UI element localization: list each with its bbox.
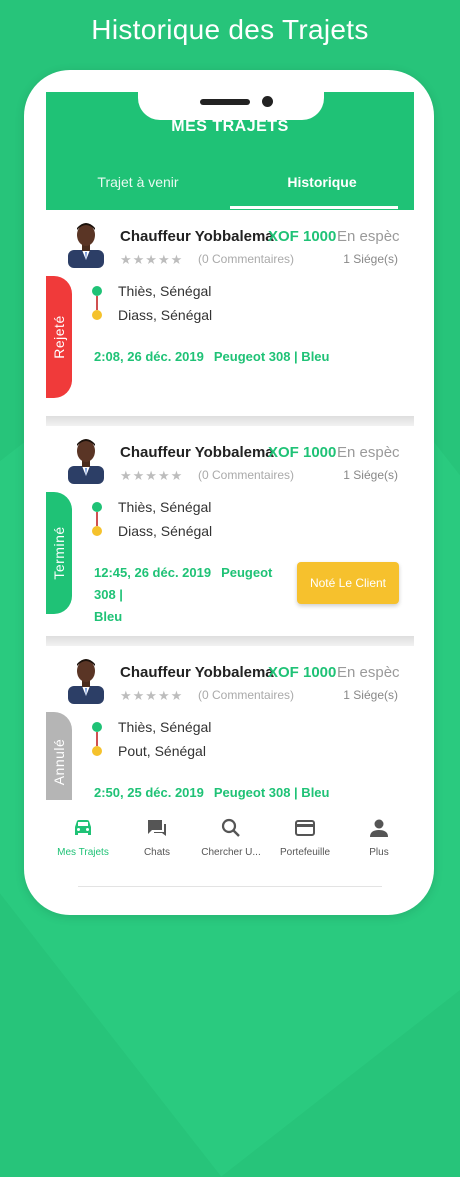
car-icon — [75, 820, 91, 835]
nav-search[interactable]: Chercher U... — [194, 800, 268, 858]
nav-label: Portefeuille — [279, 847, 331, 858]
route-line — [96, 732, 98, 746]
driver-name: Chauffeur Yobbalema — [120, 228, 274, 245]
status-badge: Annulé — [46, 712, 72, 812]
nav-label: Chats — [143, 847, 171, 858]
trip-datetime: 2:08, 26 déc. 2019 — [94, 349, 204, 364]
seats-count: 1 Siége(s) — [343, 468, 398, 482]
seats-count: 1 Siége(s) — [343, 688, 398, 702]
nav-label: Mes Trajets — [57, 847, 109, 858]
trip-datetime: 12:45, 26 déc. 2019 — [94, 565, 212, 580]
comments-count: (0 Commentaires) — [198, 468, 295, 482]
origin-city: Thiès, Sénégal — [118, 499, 212, 515]
card-divider — [46, 636, 414, 646]
origin-dot — [92, 722, 102, 732]
card-divider — [46, 416, 414, 426]
driver-name: Chauffeur Yobbalema — [120, 664, 274, 681]
trip-price: XOF 1000 — [268, 444, 337, 461]
trip-meta: 12:45, 26 déc. 2019 Peugeot 308 | Bleu — [94, 562, 294, 628]
status-label: Terminé — [51, 526, 67, 580]
origin-dot — [92, 286, 102, 296]
status-label: Annulé — [51, 738, 67, 786]
vehicle-color: Bleu — [94, 609, 123, 624]
nav-label: Plus — [369, 847, 389, 858]
trip-price: XOF 1000 — [268, 228, 337, 245]
wallet-icon — [295, 820, 315, 836]
seats-count: 1 Siége(s) — [343, 252, 398, 266]
bottom-navigation: Mes Trajets Chats Chercher U... Portefeu… — [46, 800, 414, 892]
vehicle-info: Peugeot 308 | Bleu — [213, 349, 330, 364]
destination-city: Diass, Sénégal — [118, 307, 213, 323]
trip-card[interactable]: Chauffeur Yobbalema XOF 1000 En espèc ★★… — [46, 210, 414, 416]
trip-datetime: 2:50, 25 déc. 2019 — [94, 785, 204, 800]
tab-upcoming-trips[interactable]: Trajet à venir — [46, 174, 230, 190]
tab-history[interactable]: Historique — [230, 174, 414, 190]
payment-method: En espèc — [337, 228, 400, 245]
status-badge: Rejeté — [46, 276, 72, 398]
driver-avatar — [68, 659, 104, 704]
trip-card[interactable]: Chauffeur Yobbalema XOF 1000 En espèc ★★… — [46, 426, 414, 636]
driver-avatar — [68, 439, 104, 484]
rate-client-button[interactable]: Noté Le Client — [297, 562, 399, 604]
trip-price: XOF 1000 — [268, 664, 337, 681]
home-indicator — [78, 886, 382, 887]
nav-chats[interactable]: Chats — [120, 800, 194, 858]
nav-my-trips[interactable]: Mes Trajets — [46, 800, 120, 858]
page-title: MES TRAJETS — [171, 118, 289, 135]
payment-method: En espèc — [337, 664, 400, 681]
destination-dot — [92, 310, 102, 320]
route-line — [96, 296, 98, 310]
nav-wallet[interactable]: Portefeuille — [268, 800, 342, 858]
front-camera — [262, 96, 273, 107]
nav-label: Chercher U... — [201, 847, 261, 858]
destination-dot — [92, 526, 102, 536]
origin-city: Thiès, Sénégal — [118, 283, 212, 299]
search-icon — [221, 818, 240, 837]
trip-card[interactable]: Chauffeur Yobbalema XOF 1000 En espèc ★★… — [46, 646, 414, 812]
payment-method: En espèc — [337, 444, 400, 461]
comments-count: (0 Commentaires) — [198, 252, 295, 266]
speaker-grille — [200, 99, 250, 105]
rating-stars: ★★★★★ — [120, 468, 184, 483]
route-line — [96, 512, 98, 526]
driver-avatar — [68, 223, 104, 268]
chat-icon — [148, 820, 166, 836]
phone-notch — [138, 92, 324, 120]
destination-city: Pout, Sénégal — [118, 743, 206, 759]
rating-stars: ★★★★★ — [120, 252, 184, 267]
app-screen: MES TRAJETS Trajet à venir Historique Ch… — [46, 92, 414, 892]
trip-meta: 2:08, 26 déc. 2019 Peugeot 308 | Bleu — [94, 346, 329, 368]
status-label: Rejeté — [51, 315, 67, 359]
comments-count: (0 Commentaires) — [198, 688, 295, 702]
status-badge: Terminé — [46, 492, 72, 614]
phone-frame: MES TRAJETS Trajet à venir Historique Ch… — [24, 70, 434, 915]
nav-more[interactable]: Plus — [342, 800, 414, 858]
vehicle-info: Peugeot 308 | Bleu — [213, 785, 330, 800]
page-headline: Historique des Trajets — [91, 14, 369, 45]
destination-dot — [92, 746, 102, 756]
origin-dot — [92, 502, 102, 512]
destination-city: Diass, Sénégal — [118, 523, 213, 539]
origin-city: Thiès, Sénégal — [118, 719, 212, 735]
person-icon — [370, 819, 388, 837]
active-tab-indicator — [230, 206, 398, 209]
driver-name: Chauffeur Yobbalema — [120, 444, 274, 461]
rating-stars: ★★★★★ — [120, 688, 184, 703]
